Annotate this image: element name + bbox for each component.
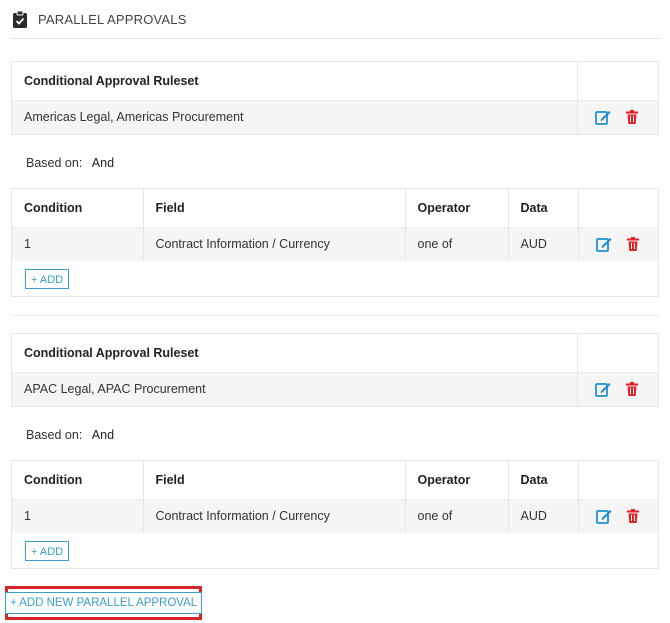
- column-header-field: Field: [143, 461, 406, 500]
- edit-icon[interactable]: [595, 236, 612, 253]
- conditions-box: Condition Field Operator Data 1 Contract…: [11, 460, 659, 569]
- ruleset-table: Conditional Approval Ruleset Americas Le…: [12, 62, 658, 134]
- column-header-operator: Operator: [405, 189, 509, 228]
- column-header-condition: Condition: [12, 461, 144, 500]
- ruleset-value: Americas Legal, Americas Procurement: [12, 100, 578, 134]
- column-header-field: Field: [143, 189, 406, 228]
- column-header-actions: [578, 189, 658, 228]
- delete-icon[interactable]: [624, 381, 640, 397]
- table-row: Americas Legal, Americas Procurement: [12, 100, 658, 134]
- table-row: 1 Contract Information / Currency one of…: [12, 499, 658, 533]
- column-header-data: Data: [508, 461, 579, 500]
- ruleset-box: Conditional Approval Ruleset Americas Le…: [11, 61, 659, 135]
- delete-icon[interactable]: [624, 109, 640, 125]
- row-actions: [577, 372, 658, 406]
- ruleset-header: Conditional Approval Ruleset: [12, 62, 578, 101]
- based-on: Based on: And: [26, 156, 114, 170]
- divider: [11, 315, 659, 316]
- ruleset-value: APAC Legal, APAC Procurement: [12, 372, 578, 406]
- actions-header: [577, 334, 658, 373]
- cell-data: AUD: [508, 499, 579, 533]
- cell-condition: 1: [12, 227, 144, 261]
- based-on-label: Based on:: [26, 428, 83, 442]
- ruleset-header: Conditional Approval Ruleset: [12, 334, 578, 373]
- row-actions: [578, 499, 658, 533]
- cell-field: Contract Information / Currency: [143, 499, 406, 533]
- column-header-condition: Condition: [12, 189, 144, 228]
- section-header: PARALLEL APPROVALS: [10, 0, 660, 39]
- row-actions: [578, 227, 658, 261]
- based-on-value: And: [91, 156, 115, 170]
- delete-icon[interactable]: [625, 236, 641, 252]
- cell-data: AUD: [508, 227, 579, 261]
- cell-condition: 1: [12, 499, 144, 533]
- based-on-value: And: [91, 428, 115, 442]
- clipboard-check-icon: [13, 10, 27, 28]
- edit-icon[interactable]: [595, 109, 611, 126]
- based-on-label: Based on:: [26, 156, 83, 170]
- edit-icon[interactable]: [595, 381, 611, 398]
- ruleset-table: Conditional Approval Ruleset APAC Legal,…: [12, 334, 658, 406]
- page-title: PARALLEL APPROVALS: [38, 11, 187, 27]
- cell-operator: one of: [405, 499, 509, 533]
- conditions-table: Condition Field Operator Data 1 Contract…: [12, 189, 658, 261]
- actions-header: [577, 62, 658, 101]
- cell-field: Contract Information / Currency: [143, 227, 406, 261]
- column-header-operator: Operator: [405, 461, 509, 500]
- column-header-data: Data: [508, 189, 579, 228]
- delete-icon[interactable]: [625, 508, 641, 524]
- conditions-table: Condition Field Operator Data 1 Contract…: [12, 461, 658, 533]
- edit-icon[interactable]: [595, 508, 612, 525]
- table-row: APAC Legal, APAC Procurement: [12, 372, 658, 406]
- cell-operator: one of: [405, 227, 509, 261]
- row-actions: [577, 100, 658, 134]
- column-header-actions: [578, 461, 658, 500]
- add-condition-button[interactable]: + ADD: [25, 269, 70, 289]
- ruleset-box: Conditional Approval Ruleset APAC Legal,…: [11, 333, 659, 407]
- add-condition-button[interactable]: + ADD: [25, 541, 70, 561]
- conditions-box: Condition Field Operator Data 1 Contract…: [11, 188, 659, 297]
- table-row: 1 Contract Information / Currency one of…: [12, 227, 658, 261]
- based-on: Based on: And: [26, 428, 114, 442]
- highlight-box: + ADD NEW PARALLEL APPROVAL: [4, 586, 203, 620]
- add-new-parallel-approval-button[interactable]: + ADD NEW PARALLEL APPROVAL: [4, 592, 203, 614]
